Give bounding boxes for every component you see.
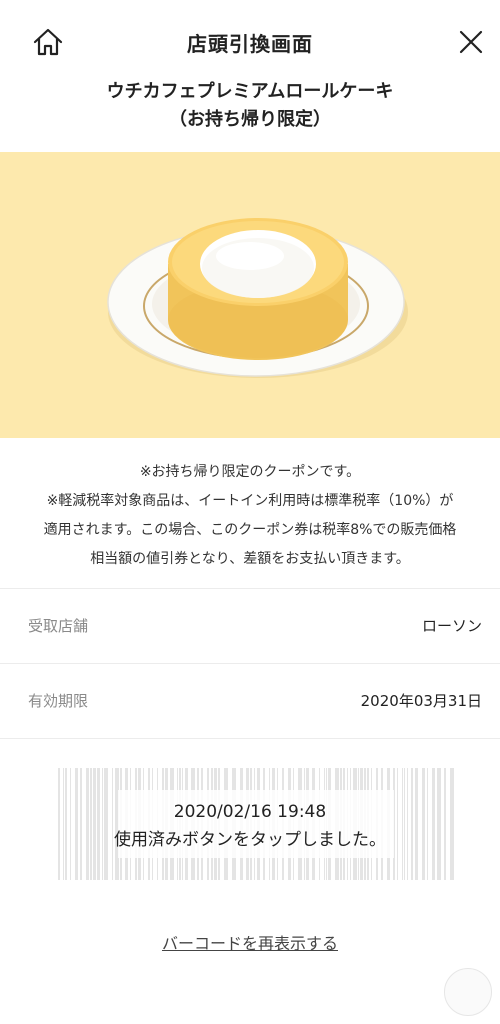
expiry-value: 2020年03月31日 bbox=[360, 692, 482, 710]
redisplay-barcode-link[interactable]: バーコードを再表示する bbox=[0, 930, 500, 954]
notice-line-3: 適用されます。この場合、このクーポン券は税率8%での販売価格 bbox=[43, 522, 457, 538]
expiry-label: 有効期限 bbox=[28, 692, 89, 710]
store-value: ローソン bbox=[421, 617, 482, 635]
used-datetime: 2020/02/16 19:48 bbox=[173, 802, 327, 822]
header-bar: 店頭引換画面 bbox=[0, 0, 500, 82]
store-label: 受取店舗 bbox=[28, 617, 89, 635]
close-button[interactable] bbox=[455, 27, 487, 57]
screen-title: 店頭引換画面 bbox=[187, 32, 313, 56]
divider bbox=[0, 663, 500, 664]
notice-line-2: ※軽減税率対象商品は、イートイン利用時は標準税率（10%）が bbox=[46, 493, 454, 509]
close-icon bbox=[459, 30, 483, 54]
used-status: 2020/02/16 19:48 使用済みボタンをタップしました。 bbox=[0, 798, 500, 854]
used-message: 使用済みボタンをタップしました。 bbox=[114, 830, 386, 850]
coupon-notice: ※お持ち帰り限定のクーポンです。 ※軽減税率対象商品は、イートイン利用時は標準税… bbox=[0, 458, 500, 574]
notice-line-4: 相当額の値引券となり、差額をお支払い頂きます。 bbox=[90, 551, 410, 567]
divider bbox=[0, 588, 500, 589]
product-name: ウチカフェプレミアムロールケーキ bbox=[106, 81, 394, 102]
notice-line-1: ※お持ち帰り限定のクーポンです。 bbox=[139, 464, 361, 480]
divider bbox=[0, 738, 500, 739]
product-subtitle: （お持ち帰り限定） bbox=[169, 109, 331, 130]
product-image bbox=[0, 152, 500, 438]
product-title: ウチカフェプレミアムロールケーキ （お持ち帰り限定） bbox=[0, 78, 500, 134]
watermark-logo bbox=[444, 968, 492, 1016]
